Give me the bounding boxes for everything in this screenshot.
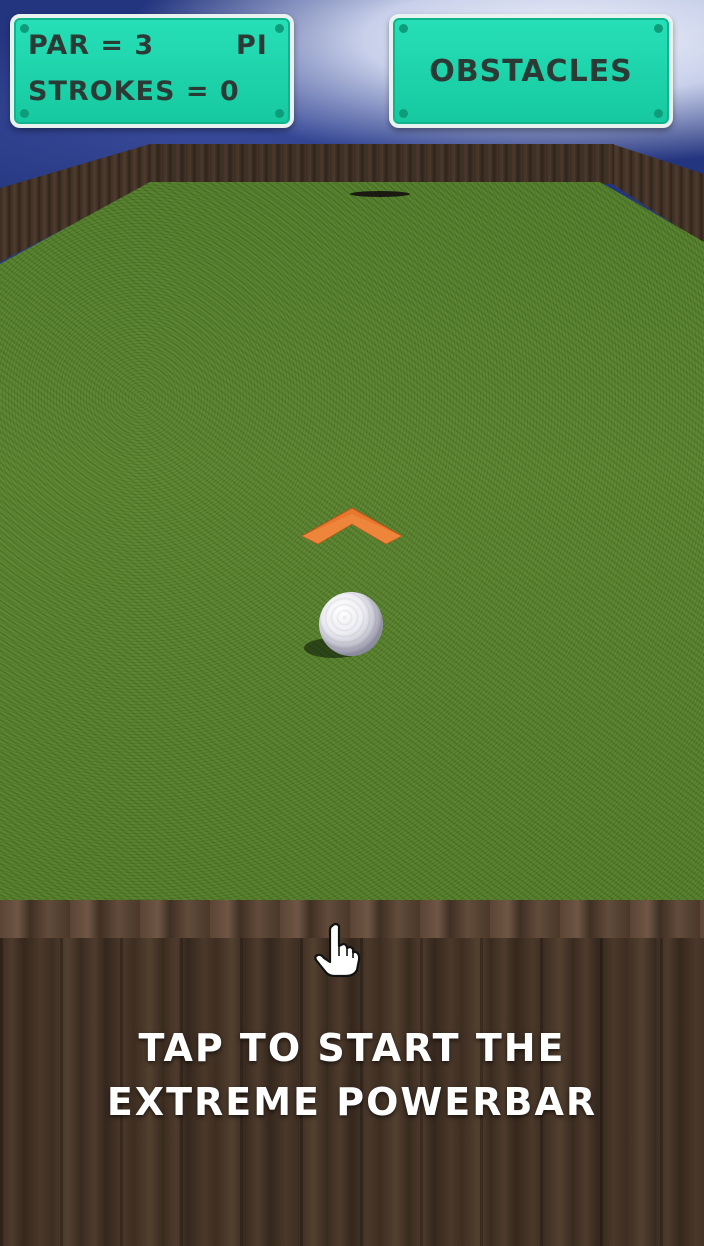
- instruction-line-2: EXTREME POWERBAR: [106, 1080, 598, 1124]
- bolt-icon: [399, 109, 408, 118]
- bolt-icon: [654, 24, 663, 33]
- hole-label: PI: [236, 30, 268, 61]
- instruction-line-1: TAP TO START THE: [138, 1026, 566, 1070]
- bolt-icon: [399, 24, 408, 33]
- strokes-label: STROKES = 0: [28, 76, 240, 107]
- golf-hole: [350, 191, 410, 197]
- bolt-icon: [275, 109, 284, 118]
- obstacles-button-label: OBSTACLES: [429, 54, 633, 89]
- bolt-icon: [275, 24, 284, 33]
- bolt-icon: [20, 109, 29, 118]
- golf-ball[interactable]: [319, 592, 383, 656]
- par-label: PAR = 3: [28, 30, 155, 61]
- bolt-icon: [654, 109, 663, 118]
- aim-arrow-icon[interactable]: [302, 506, 402, 548]
- far-wall: [150, 144, 614, 184]
- obstacles-button[interactable]: OBSTACLES: [389, 14, 673, 128]
- pointing-hand-icon: [314, 922, 361, 978]
- score-panel: PAR = 3 PI STROKES = 0: [10, 14, 294, 128]
